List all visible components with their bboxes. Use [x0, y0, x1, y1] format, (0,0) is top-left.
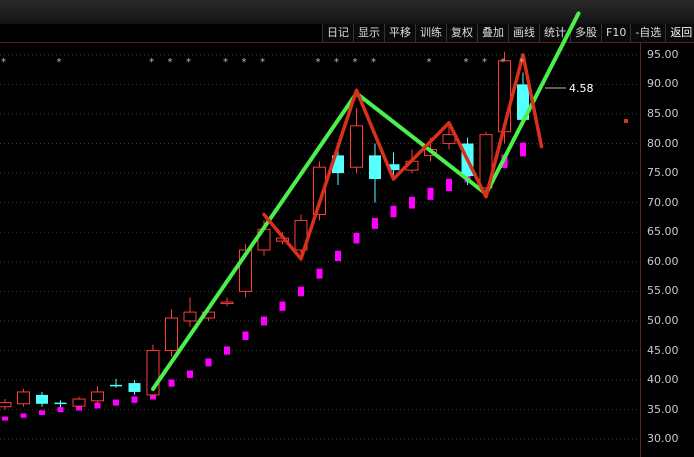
price-tag-dot	[624, 119, 628, 123]
indicator-dot	[57, 407, 64, 413]
event-star-marker: *	[223, 57, 228, 68]
indicator-dot	[261, 316, 267, 326]
indicator-dot	[446, 178, 452, 192]
indicator-dot	[168, 379, 175, 387]
price-tick-label: 45.00	[647, 343, 679, 357]
candle-body-down	[128, 383, 141, 392]
indicator-dot	[242, 331, 249, 341]
event-star-marker: *	[426, 57, 432, 68]
indicator-dot	[205, 358, 212, 367]
price-tick-label: 35.00	[647, 402, 679, 416]
price-marker-label: 4.58	[569, 82, 594, 95]
price-tick-label: 30.00	[647, 432, 679, 446]
event-star-marker: *	[352, 57, 358, 68]
indicator-dot	[20, 413, 27, 418]
candlestick-chart	[0, 11, 640, 440]
event-star-marker: *	[315, 57, 321, 68]
event-star-marker: *	[334, 57, 339, 68]
event-star-marker: *	[519, 57, 524, 68]
event-star-marker: *	[260, 57, 265, 68]
price-tick-label: 40.00	[647, 373, 679, 387]
indicator-dot	[390, 205, 397, 218]
event-star-marker: *	[186, 57, 191, 68]
price-tick-label: 50.00	[647, 313, 679, 327]
candle-body-up	[442, 134, 456, 145]
indicator-dot	[353, 232, 360, 244]
candle-body-up	[0, 402, 12, 408]
price-tick-label: 75.00	[647, 166, 679, 180]
indicator-dot	[409, 196, 415, 209]
indicator-dot	[113, 399, 119, 406]
indicator-dot	[520, 142, 526, 157]
candle-body-down	[110, 384, 122, 387]
indicator-dot	[187, 370, 193, 378]
event-star-marker: *	[167, 57, 173, 68]
indicator-dot	[279, 301, 286, 311]
candle-body-up	[17, 391, 30, 405]
candle-body-up	[183, 311, 197, 322]
event-star-marker: *	[482, 57, 487, 68]
candle-body-up	[91, 391, 104, 402]
event-star-marker: *	[371, 57, 376, 68]
indicator-dot	[39, 410, 45, 415]
indicator-dot	[2, 416, 8, 421]
indicator-dot	[298, 286, 304, 297]
price-tick-label: 60.00	[647, 254, 679, 268]
price-tick-label: 70.00	[647, 195, 679, 209]
event-star-marker: *	[149, 57, 154, 68]
indicator-dot	[131, 396, 138, 403]
candle-body-down	[54, 402, 67, 405]
price-tick-label: 90.00	[647, 77, 679, 91]
indicator-dot	[316, 268, 323, 279]
indicator-dot	[372, 217, 378, 229]
event-star-marker: *	[500, 57, 506, 68]
candle-body-up	[350, 125, 363, 168]
price-tick-label: 95.00	[647, 47, 679, 61]
candle-body-up	[165, 317, 178, 352]
candle-body-up	[220, 301, 234, 305]
price-tick-label: 85.00	[647, 106, 679, 120]
candle-body-down	[36, 394, 48, 404]
indicator-dot	[427, 187, 434, 200]
green-trend-line	[151, 11, 581, 391]
indicator-dot	[224, 346, 230, 355]
price-tick-label: 65.00	[647, 225, 679, 239]
indicator-dot	[335, 250, 341, 262]
event-star-marker: *	[241, 57, 247, 68]
price-tick-label: 55.00	[647, 284, 679, 298]
event-star-marker: *	[463, 57, 469, 68]
event-star-marker: *	[1, 57, 6, 68]
price-tick-label: 80.00	[647, 136, 679, 150]
candle-body-up	[72, 398, 86, 407]
event-star-marker: *	[56, 57, 62, 68]
candle-body-down	[369, 155, 381, 180]
